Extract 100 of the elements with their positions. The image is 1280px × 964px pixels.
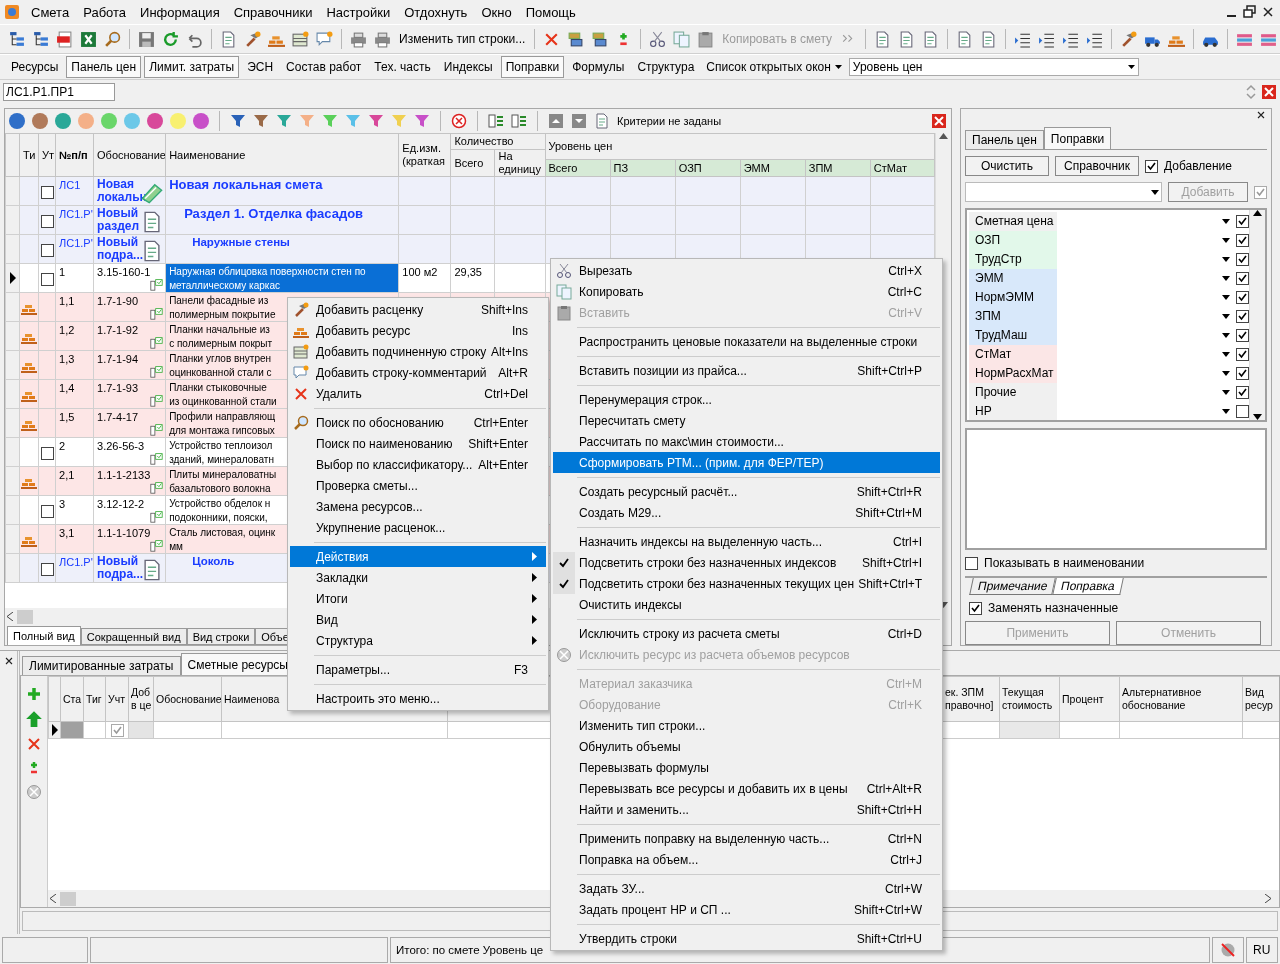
panel-toggle-button[interactable]: Формулы bbox=[567, 56, 630, 78]
menu-item[interactable]: Создать ресурсный расчёт... Shift+Ctrl+R bbox=[553, 481, 940, 502]
menu-item[interactable]: Распространить ценовые показатели на выделенные строки bbox=[553, 331, 940, 352]
price-level-dropdown[interactable]: Уровень цен bbox=[848, 58, 1139, 76]
close-icon[interactable] bbox=[3, 655, 15, 667]
menu-entry[interactable]: Отдохнуть bbox=[397, 2, 475, 22]
checkbox[interactable] bbox=[1236, 215, 1249, 228]
checkbox[interactable] bbox=[1236, 291, 1249, 304]
menu-entry[interactable]: Смета bbox=[24, 2, 77, 22]
menu-item[interactable]: Создать М29... Shift+Ctrl+M bbox=[553, 502, 940, 523]
color-filter-dot[interactable] bbox=[55, 113, 71, 129]
panel-tab[interactable]: Поправка bbox=[1052, 578, 1124, 595]
view-tab[interactable]: Вид строки bbox=[186, 628, 256, 645]
checkbox[interactable] bbox=[1236, 386, 1249, 399]
checkbox[interactable] bbox=[1236, 253, 1249, 266]
columns-list-icon[interactable] bbox=[488, 113, 504, 129]
hammer-icon[interactable] bbox=[244, 30, 261, 48]
menu-item[interactable]: Выбор по классификатору... Alt+Enter bbox=[290, 454, 546, 475]
menu-item[interactable]: Закладки bbox=[290, 567, 546, 588]
checkbox[interactable] bbox=[1236, 405, 1249, 418]
menu-item[interactable]: Подсветить строки без назначенных текущих цен Shift+Ctrl+T bbox=[553, 573, 940, 594]
menu-item[interactable]: Рассчитать по макс\мин стоимости... bbox=[553, 431, 940, 452]
document-icon[interactable] bbox=[56, 30, 73, 48]
menu-entry[interactable]: Помощь bbox=[518, 2, 583, 22]
menu-item[interactable]: Итоги bbox=[290, 588, 546, 609]
up-square-icon[interactable] bbox=[548, 113, 564, 129]
color-filter-dot[interactable] bbox=[170, 113, 186, 129]
panel-toggle-button[interactable]: Состав работ bbox=[281, 56, 367, 78]
menu-entry[interactable]: Настройки bbox=[319, 2, 398, 22]
close-square-icon[interactable] bbox=[931, 113, 947, 129]
page-icon[interactable] bbox=[220, 30, 237, 48]
checkbox[interactable] bbox=[965, 556, 978, 570]
menu-entry[interactable]: Информация bbox=[133, 2, 227, 22]
menu-item[interactable]: Добавить расценку Shift+Ins bbox=[290, 299, 546, 320]
search-icon[interactable] bbox=[104, 30, 121, 48]
filter-icon[interactable] bbox=[253, 113, 269, 129]
close-icon[interactable] bbox=[1255, 109, 1267, 121]
checkbox[interactable] bbox=[969, 601, 982, 615]
menu-entry[interactable]: Справочники bbox=[226, 2, 320, 22]
save-icon[interactable] bbox=[138, 30, 155, 48]
panel-toggle-button[interactable]: Индексы bbox=[438, 56, 498, 78]
filter-icon[interactable] bbox=[230, 113, 246, 129]
color-filter-dot[interactable] bbox=[78, 113, 94, 129]
filter-icon[interactable] bbox=[414, 113, 430, 129]
refresh-icon[interactable] bbox=[162, 30, 179, 48]
menu-item[interactable]: Удалить Ctrl+Del bbox=[290, 383, 546, 404]
panel-tab[interactable]: Панель цен bbox=[965, 130, 1044, 149]
delete-icon[interactable] bbox=[26, 736, 42, 752]
checkbox[interactable] bbox=[1236, 329, 1249, 342]
copy-icon[interactable] bbox=[673, 30, 691, 48]
tree-icon[interactable] bbox=[32, 30, 49, 48]
menu-item[interactable]: Добавить подчиненную строку Alt+Ins bbox=[290, 341, 546, 362]
panel-toggle-button[interactable]: Лимит. затраты bbox=[144, 56, 240, 78]
checkbox[interactable] bbox=[41, 563, 54, 576]
menu-item[interactable]: Очистить индексы bbox=[553, 594, 940, 615]
menu-item[interactable]: Подсветить строки без назначенных индексов Shift+Ctrl+I bbox=[553, 552, 940, 573]
menu-item[interactable]: Поиск по обоснованию Ctrl+Enter bbox=[290, 412, 546, 433]
view-tab[interactable]: Сокращенный вид bbox=[80, 628, 187, 645]
menu-item[interactable]: Замена ресурсов... bbox=[290, 496, 546, 517]
columns-list-icon[interactable] bbox=[511, 113, 527, 129]
menu-item[interactable]: Добавить ресурс Ins bbox=[290, 320, 546, 341]
checkbox[interactable] bbox=[1236, 367, 1249, 380]
stack-icon[interactable] bbox=[567, 30, 585, 48]
menu-item[interactable]: Перевызвать формулы bbox=[553, 757, 940, 778]
checkbox[interactable] bbox=[1236, 310, 1249, 323]
clear-filter-icon[interactable] bbox=[451, 113, 467, 129]
menu-item[interactable]: Проверка сметы... bbox=[290, 475, 546, 496]
menu-item[interactable]: Вид bbox=[290, 609, 546, 630]
printer-icon[interactable] bbox=[350, 30, 367, 48]
panel-tab[interactable]: Поправки bbox=[1043, 127, 1112, 149]
menu-item[interactable]: Сформировать РТМ... (прим. для ФЕР/ТЕР) bbox=[553, 452, 940, 473]
toolbar-button[interactable]: Изменить тип строки... bbox=[396, 28, 529, 50]
color-filter-dot[interactable] bbox=[147, 113, 163, 129]
panel-tab[interactable]: Примечание bbox=[969, 578, 1057, 595]
menu-entry[interactable]: Работа bbox=[76, 2, 134, 22]
checkbox[interactable] bbox=[41, 215, 54, 228]
checkbox[interactable] bbox=[1236, 234, 1249, 247]
checkbox[interactable] bbox=[41, 244, 54, 257]
close-square-icon[interactable] bbox=[1261, 84, 1277, 100]
printer-icon[interactable] bbox=[374, 30, 391, 48]
checkbox[interactable] bbox=[41, 273, 54, 286]
hammer-icon[interactable] bbox=[1120, 30, 1138, 48]
panel-toggle-button[interactable]: Поправки bbox=[500, 56, 565, 78]
menu-item[interactable]: Вырезать Ctrl+X bbox=[553, 260, 940, 281]
menu-item[interactable]: Действия bbox=[290, 546, 546, 567]
checkbox[interactable] bbox=[1236, 272, 1249, 285]
menu-item[interactable]: Добавить строку-комментарий Alt+R bbox=[290, 362, 546, 383]
down-square-icon[interactable] bbox=[571, 113, 587, 129]
panel-toggle-button[interactable]: Панель цен bbox=[66, 56, 142, 78]
color-filter-dot[interactable] bbox=[101, 113, 117, 129]
table-icon[interactable] bbox=[292, 30, 309, 48]
clipboard-icon[interactable] bbox=[697, 30, 715, 48]
up-arrow-icon[interactable] bbox=[25, 710, 43, 728]
menu-item[interactable]: Задать процент НР и СП ... Shift+Ctrl+W bbox=[553, 899, 940, 920]
checkbox[interactable] bbox=[1145, 159, 1158, 173]
menu-item[interactable]: Обнулить объемы bbox=[553, 736, 940, 757]
spreadsheet-icon[interactable] bbox=[80, 30, 97, 48]
panel-button[interactable]: Очистить bbox=[965, 156, 1049, 176]
checkbox[interactable] bbox=[41, 186, 54, 199]
checkbox[interactable] bbox=[1236, 348, 1249, 361]
